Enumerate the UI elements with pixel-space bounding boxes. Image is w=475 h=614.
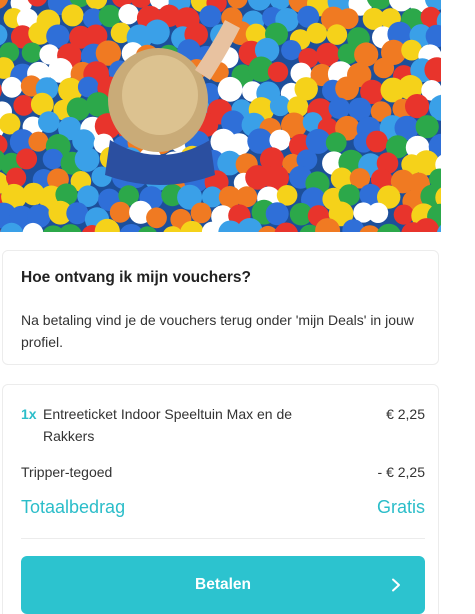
- total-label: Totaalbedrag: [21, 497, 126, 517]
- credit-amount: - € 2,25: [377, 464, 425, 480]
- voucher-info-card: Hoe ontvang ik mijn vouchers? Na betalin…: [2, 250, 439, 365]
- total-amount: Gratis: [376, 497, 425, 517]
- divider: [21, 538, 425, 539]
- credit-row: Tripper-tegoed - € 2,25: [21, 464, 425, 480]
- total-row: Totaalbedrag Gratis: [21, 497, 425, 518]
- pay-button[interactable]: Betalen: [21, 556, 425, 614]
- item-quantity: 1x: [21, 406, 37, 422]
- ball-pit-photo: [0, 0, 441, 232]
- item-name: Entreeticket Indoor Speeltuin Max en de …: [43, 406, 293, 444]
- voucher-info-title: Hoe ontvang ik mijn vouchers?: [21, 269, 251, 286]
- credit-label: Tripper-tegoed: [21, 464, 113, 480]
- voucher-info-text: Na betaling vind je de vouchers terug on…: [21, 312, 414, 350]
- pay-button-label: Betalen: [195, 576, 251, 593]
- chevron-right-icon: [392, 578, 400, 592]
- hero-image: [0, 0, 441, 232]
- item-price: € 2,25: [386, 406, 425, 422]
- order-summary-card: 1x Entreeticket Indoor Speeltuin Max en …: [2, 384, 439, 614]
